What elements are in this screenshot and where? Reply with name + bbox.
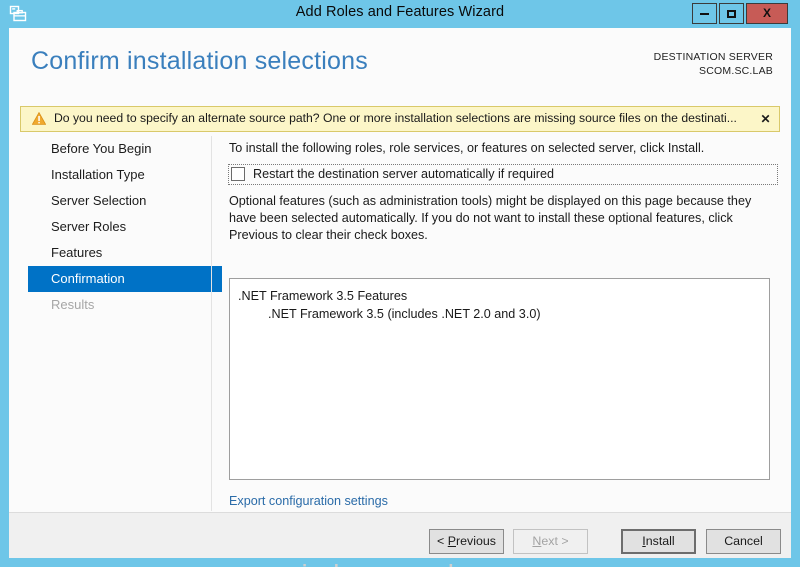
warning-message: Do you need to specify an alternate sour… xyxy=(54,111,737,125)
sidebar-item-installation-type[interactable]: Installation Type xyxy=(28,162,211,188)
sidebar-item-features[interactable]: Features xyxy=(28,240,211,266)
restart-checkbox[interactable] xyxy=(231,167,245,181)
page-header: Confirm installation selections DESTINAT… xyxy=(9,28,791,98)
close-button[interactable]: X xyxy=(746,3,788,24)
warning-close-icon[interactable]: ✕ xyxy=(752,107,779,131)
sidebar-item-before-you-begin[interactable]: Before You Begin xyxy=(28,136,211,162)
title-bar[interactable]: Add Roles and Features Wizard X xyxy=(0,0,800,28)
destination-server-value: SCOM.SC.LAB xyxy=(699,65,773,77)
sidebar-item-server-selection[interactable]: Server Selection xyxy=(28,188,211,214)
restart-checkbox-row[interactable]: Restart the destination server automatic… xyxy=(228,164,778,185)
watermark: windows-noob.com xyxy=(281,559,525,567)
sidebar-item-confirmation[interactable]: Confirmation xyxy=(28,266,222,292)
install-instruction-text: To install the following roles, role ser… xyxy=(229,141,705,155)
page-title: Confirm installation selections xyxy=(31,47,368,75)
wizard-navigation-sidebar: Before You Begin Installation Type Serve… xyxy=(9,136,222,511)
cancel-button[interactable]: Cancel xyxy=(706,529,781,554)
main-content: To install the following roles, role ser… xyxy=(212,136,791,525)
wizard-window: Add Roles and Features Wizard X Confirm … xyxy=(0,0,800,567)
maximize-button[interactable] xyxy=(719,3,744,24)
restart-checkbox-label: Restart the destination server automatic… xyxy=(253,167,554,181)
destination-server-block: DESTINATION SERVER SCOM.SC.LAB xyxy=(654,50,773,78)
warning-triangle-icon xyxy=(31,111,47,125)
client-area: Confirm installation selections DESTINAT… xyxy=(9,28,791,567)
install-button[interactable]: Install xyxy=(621,529,696,554)
list-item: .NET Framework 3.5 (includes .NET 2.0 an… xyxy=(268,307,541,321)
warning-notification-bar: Do you need to specify an alternate sour… xyxy=(20,106,780,132)
selected-features-listbox[interactable]: .NET Framework 3.5 Features .NET Framewo… xyxy=(229,278,770,480)
list-item: .NET Framework 3.5 Features xyxy=(238,289,408,303)
footer-button-bar: < Previous Next > Install Cancel xyxy=(9,513,791,558)
destination-server-label: DESTINATION SERVER xyxy=(653,51,773,63)
next-button: Next > xyxy=(513,529,588,554)
optional-features-note: Optional features (such as administratio… xyxy=(229,194,752,242)
sidebar-item-server-roles[interactable]: Server Roles xyxy=(28,214,211,240)
sidebar-item-results: Results xyxy=(51,297,95,312)
minimize-button[interactable] xyxy=(692,3,717,24)
export-configuration-settings-link[interactable]: Export configuration settings xyxy=(229,493,410,510)
window-title: Add Roles and Features Wizard xyxy=(295,4,505,20)
previous-button[interactable]: < Previous xyxy=(429,529,504,554)
